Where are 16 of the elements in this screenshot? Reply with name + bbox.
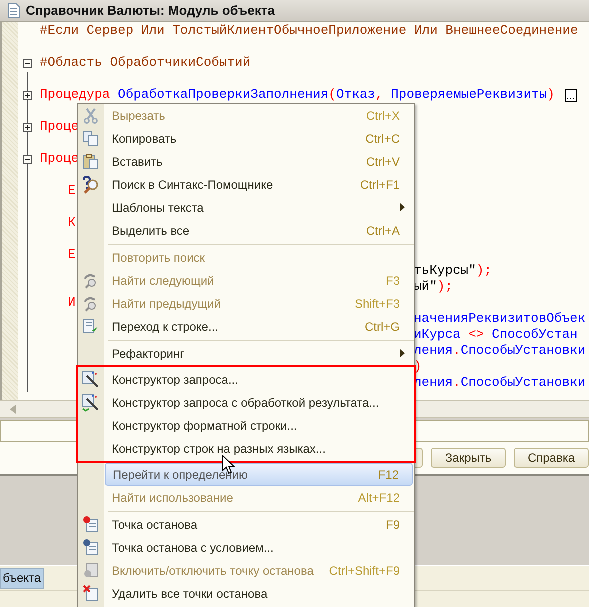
code-text: К [68,215,76,231]
code-text: И [68,295,76,311]
code-text: #Если Сервер Или ТолстыйКлиентОбычноеПриложение Или ВнешнееСоединение [40,23,578,39]
code-text: Е [68,247,76,263]
code-text: Проце [40,119,80,135]
code-text: ления.СпособыУстановки [414,375,586,391]
code-text: тьКурсы"); [414,263,492,279]
code-text: иКурса <> СпособУстан [414,327,578,343]
code-text: наченияРеквизитовОбъек [414,311,586,327]
code-text: Процедура ОбработкаПроверкиЗаполнения(Отказ, ПроверяемыеРеквизиты) [40,87,555,103]
code-text: #Область ОбработчикиСобытий [40,55,251,71]
code-text: Проце [40,151,80,167]
code-text: Е [68,183,76,199]
code-text: ) [414,359,422,375]
code-text: ления.СпособыУстановки [414,343,586,359]
window-title: Справочник Валюты: Модуль объекта [26,2,275,20]
